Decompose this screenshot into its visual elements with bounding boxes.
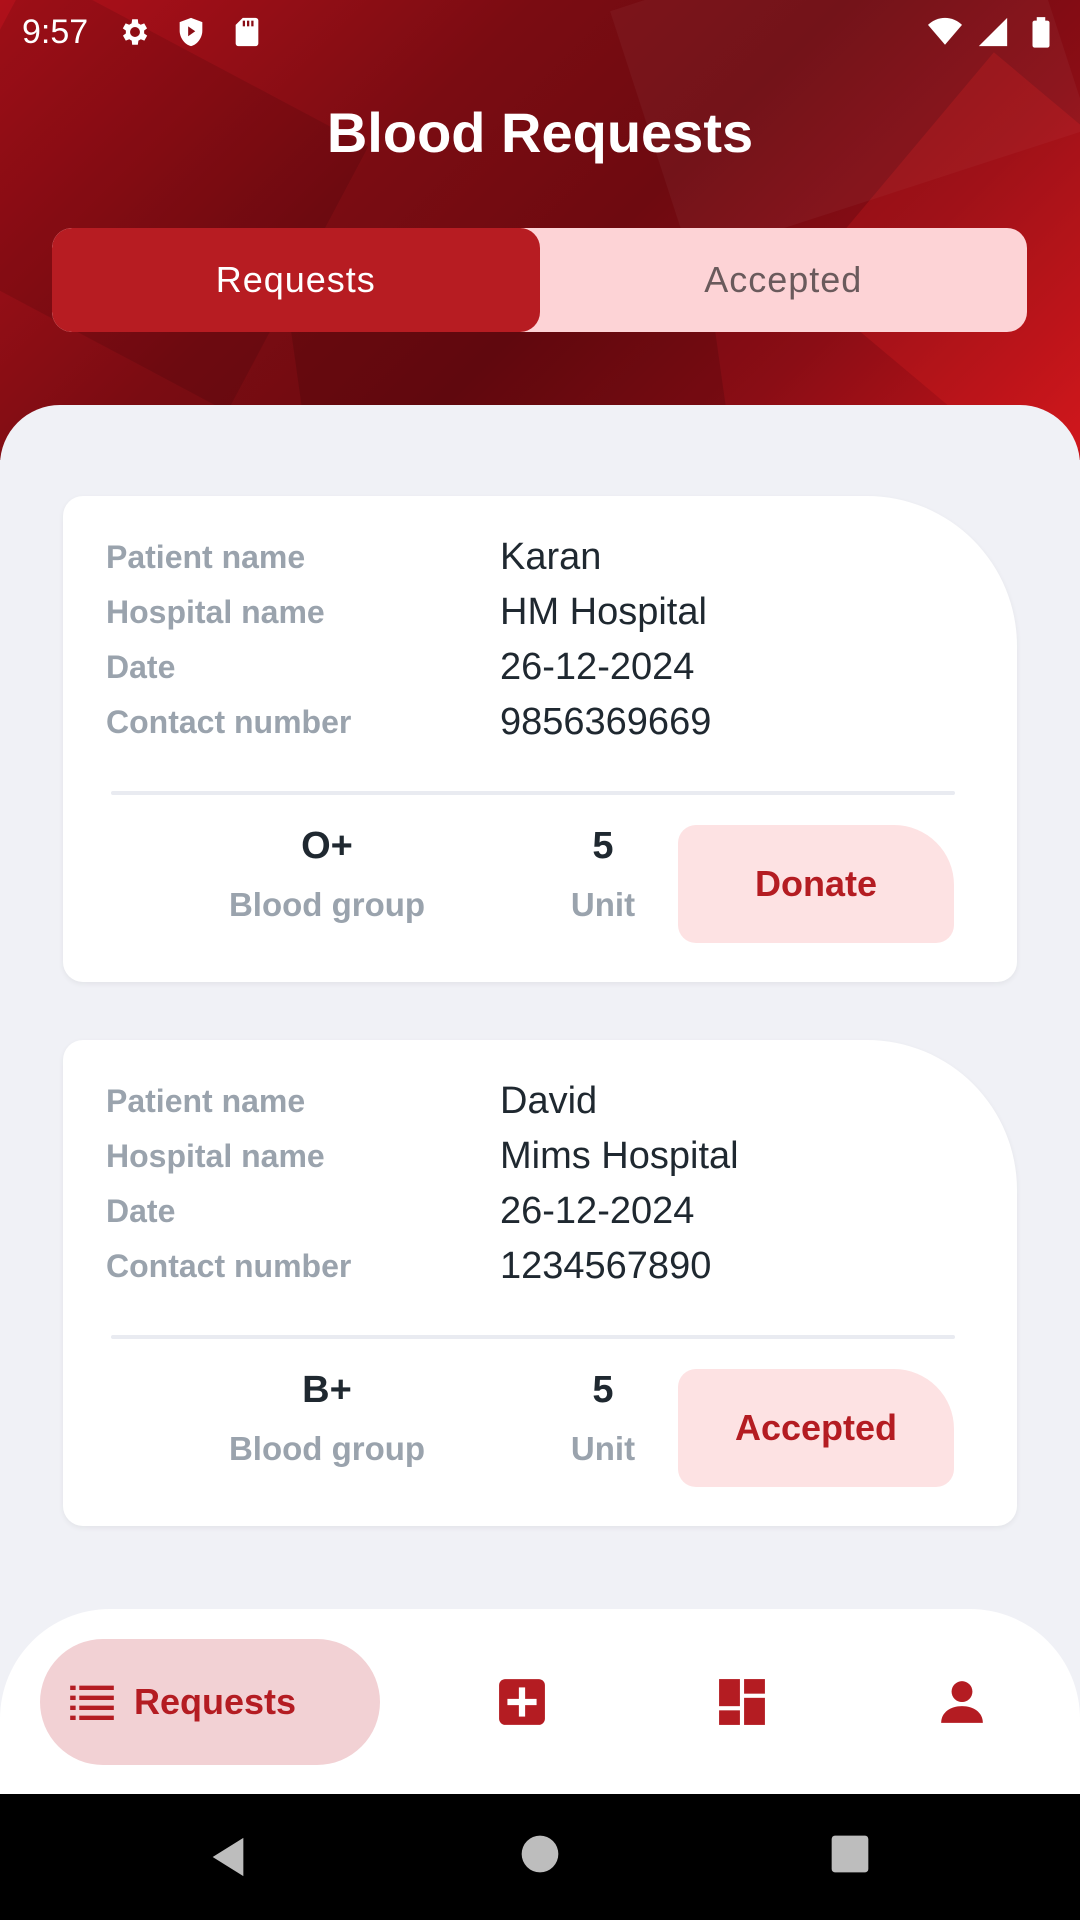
field-label: Date (106, 648, 176, 685)
unit-value: 5 (592, 825, 614, 867)
list-icon (70, 1685, 114, 1720)
blood-group-value: O+ (301, 825, 353, 867)
accepted-button[interactable]: Accepted (678, 1369, 954, 1487)
status-time: 9:57 (22, 12, 89, 51)
field-value: HM Hospital (500, 590, 707, 633)
hospital-name-row: Hospital name HM Hospital (106, 587, 977, 637)
tab-accepted[interactable]: Accepted (540, 228, 1028, 332)
recents-icon[interactable] (830, 1834, 870, 1874)
status-bar: 9:57 (0, 0, 1080, 64)
gear-icon (123, 19, 148, 45)
card-divider (111, 791, 955, 795)
field-value: 1234567890 (500, 1244, 712, 1287)
unit-stat: 5 Unit (511, 816, 695, 924)
add-square-icon[interactable] (497, 1677, 547, 1727)
tab-requests[interactable]: Requests (52, 228, 540, 332)
wifi-icon (928, 17, 962, 45)
dashboard-icon[interactable] (717, 1677, 767, 1727)
field-label: Hospital name (106, 1137, 325, 1174)
nav-item-label: Requests (134, 1681, 297, 1722)
shield-icon (179, 17, 203, 47)
blood-group-label: Blood group (228, 886, 426, 923)
field-label: Hospital name (106, 593, 325, 630)
request-card: Patient name David Hospital name Mims Ho… (63, 1040, 1017, 1526)
blood-group-label: Blood group (228, 1430, 426, 1467)
field-value: 26-12-2024 (500, 645, 695, 688)
contact-number-row: Contact number 9856369669 (106, 697, 977, 747)
contact-number-row: Contact number 1234567890 (106, 1241, 977, 1291)
hospital-name-row: Hospital name Mims Hospital (106, 1131, 977, 1181)
nav-item-requests[interactable]: Requests (40, 1639, 380, 1765)
person-icon[interactable] (937, 1677, 987, 1727)
signal-icon (978, 17, 1008, 47)
patient-name-row: Patient name Karan (106, 532, 977, 582)
bottom-navigation: Requests (0, 1609, 1080, 1794)
unit-label: Unit (570, 1430, 636, 1467)
blood-group-stat: B+ Blood group (169, 1360, 485, 1468)
card-divider (111, 1335, 955, 1339)
field-label: Date (106, 1192, 176, 1229)
page-title: Blood Requests (326, 101, 754, 164)
battery-icon (1032, 17, 1050, 48)
date-row: Date 26-12-2024 (106, 642, 977, 692)
back-icon[interactable] (205, 1834, 251, 1880)
field-label: Contact number (106, 1247, 352, 1284)
field-label: Patient name (106, 538, 306, 575)
system-navigation-bar (0, 1794, 1080, 1920)
unit-value: 5 (592, 1369, 614, 1411)
home-icon[interactable] (520, 1834, 560, 1874)
blood-group-value: B+ (302, 1369, 352, 1411)
field-label: Patient name (106, 1082, 306, 1119)
field-value: David (500, 1079, 598, 1122)
field-value: 9856369669 (500, 700, 712, 743)
unit-label: Unit (570, 886, 636, 923)
date-row: Date 26-12-2024 (106, 1186, 977, 1236)
sd-card-icon (235, 17, 259, 47)
field-value: Karan (500, 535, 602, 578)
field-value: Mims Hospital (500, 1134, 739, 1177)
field-value: 26-12-2024 (500, 1189, 695, 1232)
segmented-tabs: Requests Accepted (52, 228, 1027, 332)
field-label: Contact number (106, 703, 352, 740)
donate-button[interactable]: Donate (678, 825, 954, 943)
request-card: Patient name Karan Hospital name HM Hosp… (63, 496, 1017, 982)
patient-name-row: Patient name David (106, 1076, 977, 1126)
unit-stat: 5 Unit (511, 1360, 695, 1468)
blood-group-stat: O+ Blood group (169, 816, 485, 924)
